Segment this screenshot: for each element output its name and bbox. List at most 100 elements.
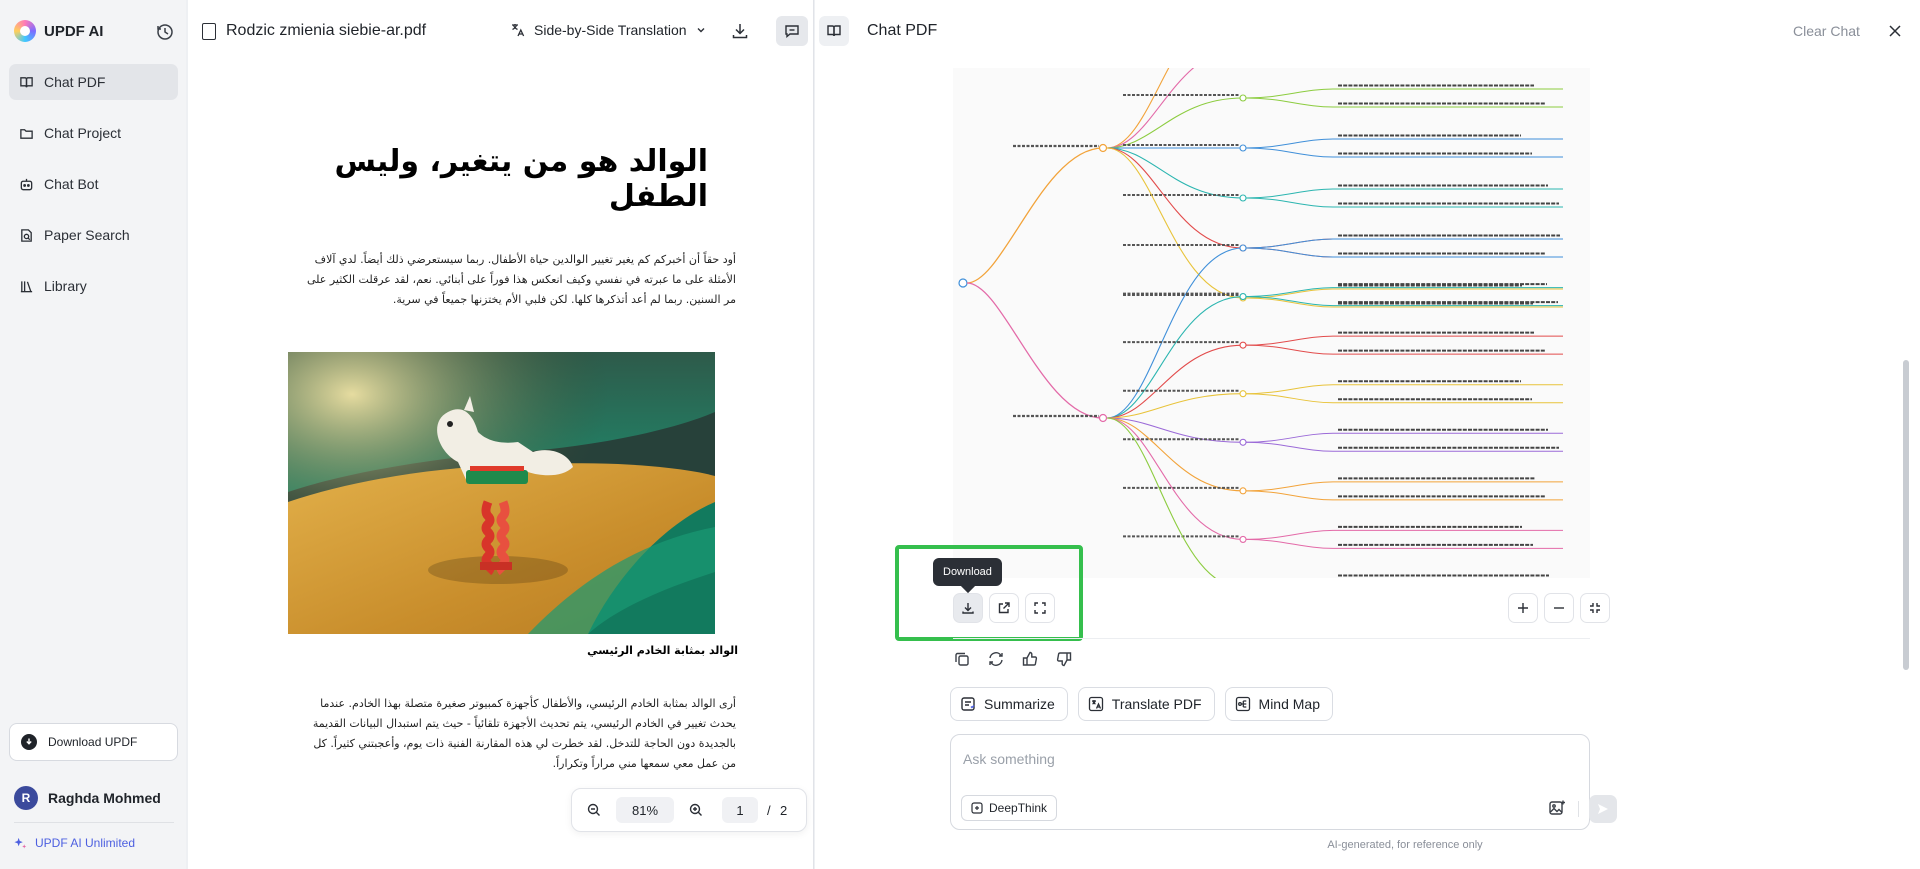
mind-map-branch <box>1106 147 1244 249</box>
sidebar-item-paper-search[interactable]: Paper Search <box>9 217 178 253</box>
mind-map-label: Mind Map <box>1258 696 1320 712</box>
mind-map-branch <box>1245 393 1334 404</box>
image-upload-icon[interactable] <box>1548 799 1566 817</box>
pdf-file-name: Rodzic zmienia siebie-ar.pdf <box>226 22 427 39</box>
regenerate-icon[interactable] <box>987 650 1005 668</box>
sidebar-item-chat-bot[interactable]: Chat Bot <box>9 166 178 202</box>
image-caption: الوالد بمثابة الخادم الرئيسي <box>587 644 738 657</box>
mind-map-branch <box>1106 68 1195 149</box>
zoom-out-icon[interactable] <box>583 799 605 821</box>
zoom-in-icon[interactable] <box>685 799 707 821</box>
mind-map-fullscreen-button[interactable] <box>1025 593 1055 623</box>
user-name: Raghda Mohmed <box>48 790 161 806</box>
bot-icon <box>20 178 33 190</box>
mind-map-branch <box>1245 384 1334 395</box>
ai-disclaimer-text: AI-generated, for reference only <box>1327 839 1483 851</box>
mind-map-node <box>1239 244 1247 252</box>
plan-link[interactable]: UPDF AI Unlimited <box>14 836 135 850</box>
document-title: الوالد هو من يتغير، وليس الطفل <box>334 144 708 214</box>
translation-mode-dropdown[interactable]: Side-by-Side Translation <box>510 22 707 38</box>
clear-chat-button[interactable]: Clear Chat <box>1793 23 1860 39</box>
divider <box>953 638 1590 639</box>
thumbs-up-icon[interactable] <box>1021 650 1039 668</box>
book-icon <box>20 76 33 87</box>
mind-map-download-button[interactable] <box>953 593 983 623</box>
sidebar-item-label: Chat Project <box>44 125 122 141</box>
send-icon <box>1598 804 1608 814</box>
download-tooltip: Download <box>933 558 1002 586</box>
send-button[interactable] <box>1589 795 1617 823</box>
chevron-down-icon <box>697 28 705 33</box>
history-icon[interactable] <box>155 22 175 42</box>
ask-input[interactable] <box>963 747 1563 771</box>
sidebar-item-label: Chat Bot <box>44 176 99 192</box>
mind-map-branch <box>1245 432 1334 443</box>
brand: UPDF AI <box>14 20 103 42</box>
mind-map-branch <box>1245 197 1334 208</box>
mind-map-canvas[interactable] <box>953 68 1590 578</box>
mind-map-branch <box>1245 335 1334 346</box>
mind-map-zoom-in-button[interactable] <box>1508 593 1538 623</box>
chat-panel: Chat PDF Clear Chat Download Summarize T… <box>815 0 1920 869</box>
translate-icon <box>1088 696 1103 712</box>
page-number-input[interactable]: 1 <box>722 797 758 823</box>
copy-icon[interactable] <box>953 650 971 668</box>
ask-divider <box>1578 801 1579 817</box>
mind-map-branch <box>1245 238 1334 249</box>
mind-map-branch <box>1245 297 1334 308</box>
mind-map-branch <box>1245 538 1334 549</box>
thumbs-down-icon[interactable] <box>1055 650 1073 668</box>
mind-map-branch <box>1245 529 1334 540</box>
mind-map-branch <box>1245 287 1334 298</box>
mind-map-branch <box>1245 138 1334 149</box>
chat-bubble-icon <box>785 25 799 38</box>
library-icon <box>20 280 33 292</box>
mind-map-node <box>1239 144 1247 152</box>
sparkle-icon <box>14 837 27 849</box>
mind-map-branch <box>966 147 1104 284</box>
mind-map-button[interactable]: Mind Map <box>1224 687 1333 721</box>
mind-map-zoom-out-button[interactable] <box>1544 593 1574 623</box>
translate-pdf-button[interactable]: Translate PDF <box>1077 687 1215 721</box>
quick-actions: Summarize Translate PDF Mind Map <box>950 687 1333 721</box>
download-updf-button[interactable]: Download UPDF <box>9 723 178 761</box>
mind-map-branch <box>1245 247 1334 258</box>
fit-screen-icon <box>1590 603 1600 613</box>
mind-map-branch <box>1245 88 1334 99</box>
mind-map-node <box>1239 390 1247 398</box>
reader-mode-button[interactable] <box>819 16 849 46</box>
sidebar-item-chat-project[interactable]: Chat Project <box>9 115 178 151</box>
mind-map-share-button[interactable] <box>989 593 1019 623</box>
mind-map-branch <box>966 282 1104 419</box>
mind-map-branch <box>1245 481 1334 492</box>
sidebar-item-chat-pdf[interactable]: Chat PDF <box>9 64 178 100</box>
mind-map-node <box>1239 438 1247 446</box>
zoom-level[interactable]: 81% <box>616 797 674 823</box>
mind-map-node <box>1239 487 1247 495</box>
sidebar-item-library[interactable]: Library <box>9 268 178 304</box>
mind-map-branch <box>1106 147 1244 299</box>
pdf-download-icon[interactable] <box>730 21 750 41</box>
mind-map-branch <box>1245 441 1334 452</box>
mindmap-icon <box>1235 696 1250 712</box>
mind-map-node <box>1098 413 1108 423</box>
sidebar-divider <box>14 822 174 823</box>
mind-map-branch <box>1106 247 1244 419</box>
chat-title: Chat PDF <box>867 22 938 39</box>
user-profile[interactable]: R Raghda Mohmed <box>14 786 161 810</box>
deepthink-toggle[interactable]: DeepThink <box>961 795 1058 821</box>
mind-map-node <box>1098 143 1108 153</box>
plan-label: UPDF AI Unlimited <box>35 836 136 850</box>
mind-map-fit-button[interactable] <box>1580 593 1610 623</box>
sidebar-item-label: Chat PDF <box>44 74 106 90</box>
updf-logo-icon <box>14 20 36 42</box>
minus-icon <box>1554 607 1564 609</box>
close-icon[interactable] <box>1886 22 1904 40</box>
translation-mode-label: Side-by-Side Translation <box>534 22 687 38</box>
summarize-button[interactable]: Summarize <box>950 687 1068 721</box>
chat-scrollbar[interactable] <box>1903 360 1909 670</box>
chat-toggle-button[interactable] <box>776 16 808 46</box>
pdf-page: الوالد هو من يتغير، وليس الطفل أود حقاً … <box>198 64 801 864</box>
mind-map-node <box>1239 535 1247 543</box>
mind-map-root-node <box>958 278 968 288</box>
